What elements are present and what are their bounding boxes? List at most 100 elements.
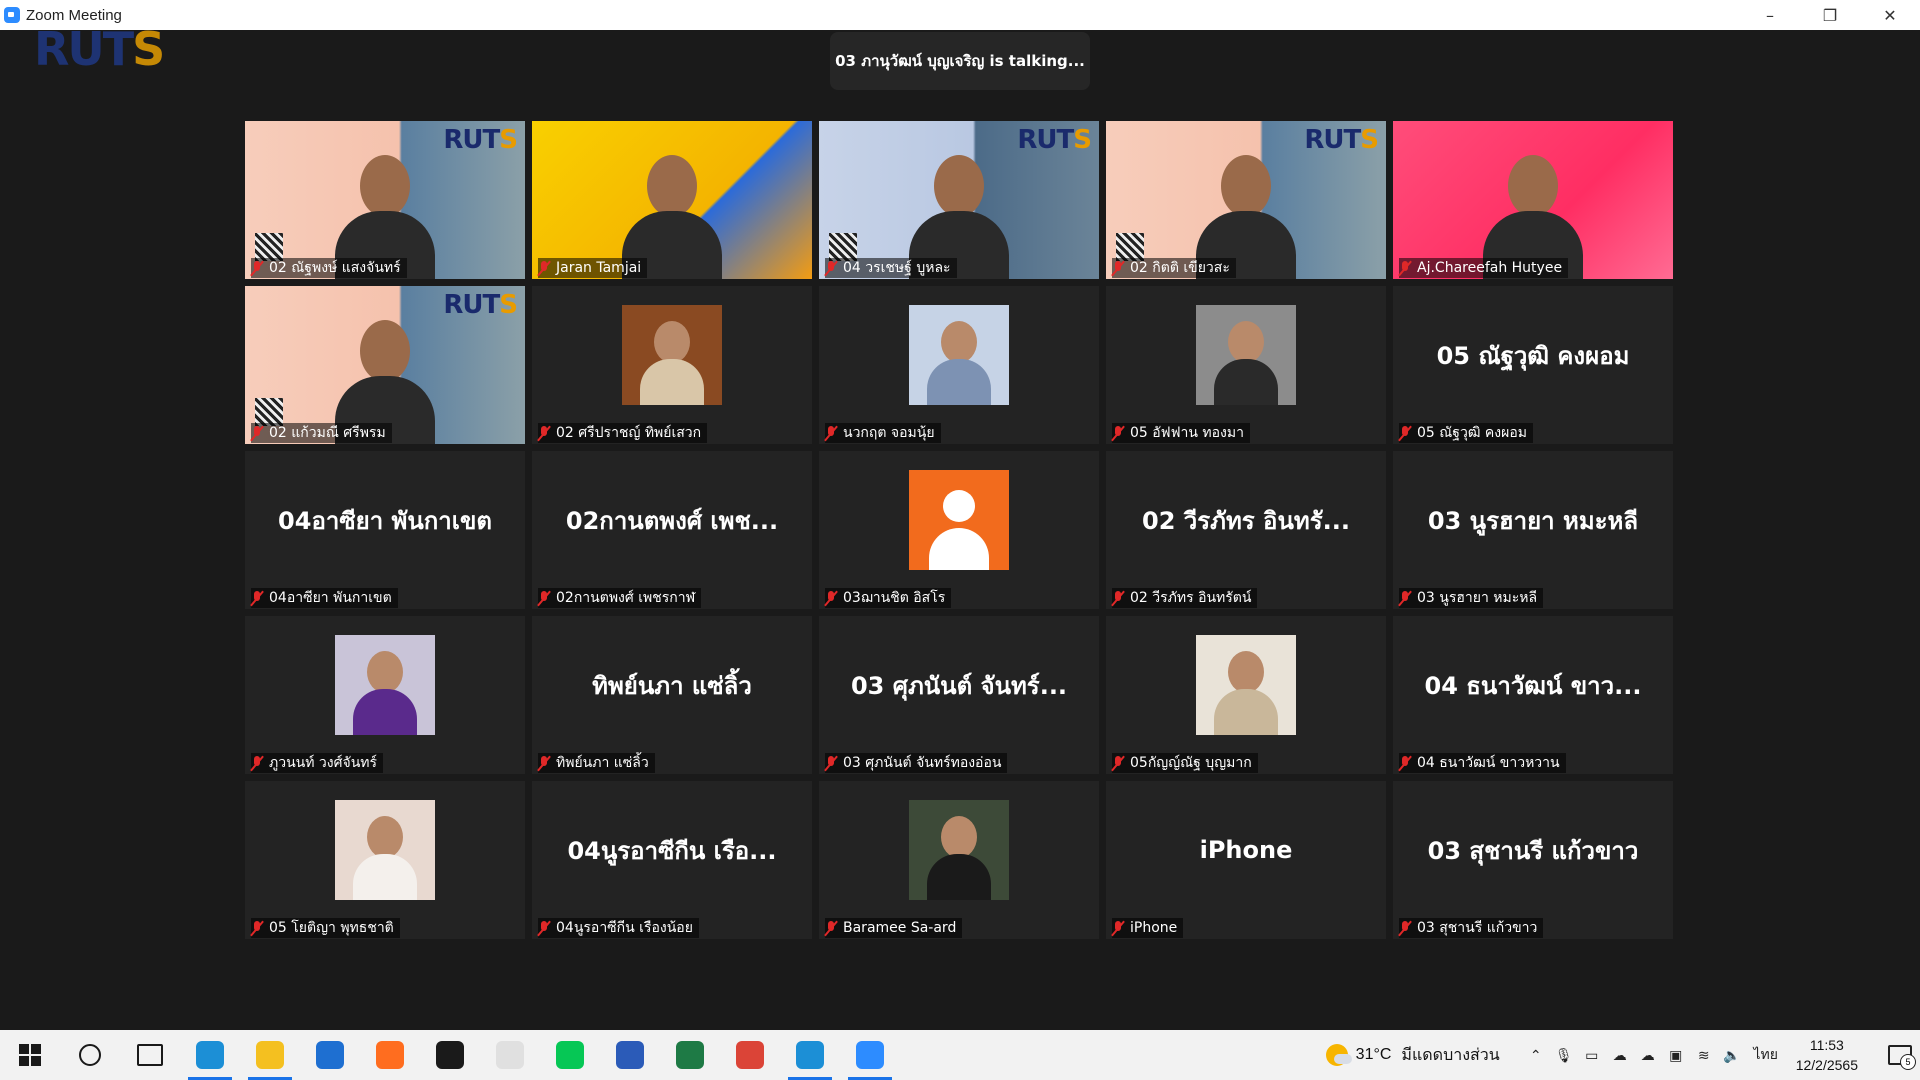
dropbox-taskbar-button[interactable] (420, 1030, 480, 1080)
participant-name-label: Jaran Tamjai (538, 258, 648, 278)
excel-taskbar-button[interactable] (660, 1030, 720, 1080)
participant-tile[interactable]: 04นูรอาซีกีน เรือ... 04นูรอาซีกีน เรืองน้… (532, 781, 812, 939)
participant-tile[interactable]: 03 สุชานรี แก้วขาว 03 สุชานรี แก้วขาว (1393, 781, 1673, 939)
show-hidden-icons-chevron-icon[interactable]: ⌃ (1522, 1030, 1550, 1080)
participant-name-label: ทิพย์นภา แซ่ลิ้ว (538, 753, 655, 773)
participant-name: 04อาซียา พันกาเขต (269, 590, 392, 606)
participant-name-label: 04อาซียา พันกาเขต (251, 588, 398, 608)
file-explorer-taskbar-button[interactable] (240, 1030, 300, 1080)
muted-mic-icon (251, 755, 263, 771)
muted-mic-icon (1112, 755, 1124, 771)
participant-name-label: 05 อัฟฟาน ทองมา (1112, 423, 1250, 443)
ruts-watermark: RUTS (1304, 125, 1379, 155)
battery-icon[interactable]: ▭ (1578, 1030, 1606, 1080)
participant-name: ทิพย์นภา แซ่ลิ้ว (556, 755, 649, 771)
word-taskbar-button[interactable] (600, 1030, 660, 1080)
input-language[interactable]: ไทย (1746, 1030, 1786, 1080)
edge-2-taskbar-button[interactable] (780, 1030, 840, 1080)
mail-taskbar-button[interactable] (300, 1030, 360, 1080)
participant-display-name: 02กานตพงศ์ เพช... (565, 506, 779, 535)
line-taskbar-button[interactable] (540, 1030, 600, 1080)
zoom-taskbar-button[interactable] (840, 1030, 900, 1080)
clock[interactable]: 11:53 12/2/2565 (1796, 1035, 1858, 1075)
active-speaker-indicator: 03 ภานุวัฒน์ บุญเจริญ is talking... (830, 32, 1090, 90)
participant-tile[interactable]: Jaran Tamjai (532, 121, 812, 279)
participant-tile[interactable]: 02 วีรภัทร อินทรั... 02 วีรภัทร อินทรัตน์ (1106, 451, 1386, 609)
start-button[interactable] (0, 1030, 60, 1080)
participant-tile[interactable]: 05 อัฟฟาน ทองมา (1106, 286, 1386, 444)
participant-tile[interactable]: Aj.Chareefah Hutyee (1393, 121, 1673, 279)
dropbox-icon (436, 1041, 464, 1069)
participant-name-label: 02 แก้วมณี ศรีพรม (251, 423, 392, 443)
line-icon (556, 1041, 584, 1069)
participant-tile[interactable]: RUTS 02 ณัฐพงษ์ แสงจันทร์ (245, 121, 525, 279)
participant-name: 02 ณัฐพงษ์ แสงจันทร์ (269, 260, 401, 276)
muted-mic-icon (538, 260, 550, 276)
restore-button[interactable]: ❐ (1800, 0, 1860, 30)
participant-tile[interactable]: RUTS 02 กิตติ เขียวสะ (1106, 121, 1386, 279)
participant-name: 05 อัฟฟาน ทองมา (1130, 425, 1244, 441)
minimize-button[interactable]: – (1740, 0, 1800, 30)
participant-name-label: 05 ณัฐวุฒิ คงผอม (1399, 423, 1533, 443)
participant-name: 02 ศรีปราชญ์ ทิพย์เสวก (556, 425, 702, 441)
cloud-icon[interactable]: ☁ (1606, 1030, 1634, 1080)
participant-tile[interactable]: Baramee Sa-ard (819, 781, 1099, 939)
participant-name-label: 04นูรอาซีกีน เรืองน้อย (538, 918, 699, 938)
weather-widget[interactable]: 31°C มีแดดบางส่วน (1325, 1043, 1500, 1068)
participant-tile[interactable]: RUTS 02 แก้วมณี ศรีพรม (245, 286, 525, 444)
search-button[interactable] (60, 1030, 120, 1080)
muted-mic-icon (251, 425, 263, 441)
participant-display-name: 03 สุชานรี แก้วขาว (1427, 836, 1639, 865)
participant-name: 05กัญญ์ณัฐ บุญมาก (1130, 755, 1252, 771)
clock-date: 12/2/2565 (1795, 1057, 1858, 1073)
windows-logo-icon (19, 1044, 41, 1066)
notification-count: 5 (1900, 1054, 1916, 1070)
participant-tile[interactable]: นวกฤต จอมนุ้ย (819, 286, 1099, 444)
excel-icon (676, 1041, 704, 1069)
participant-tile[interactable]: 04 ธนาวัฒน์ ขาว... 04 ธนาวัฒน์ ขาวหวาน (1393, 616, 1673, 774)
muted-mic-icon (825, 920, 837, 936)
participant-tile[interactable]: 05 ณัฐวุฒิ คงผอม 05 ณัฐวุฒิ คงผอม (1393, 286, 1673, 444)
ruts-watermark: RUTS (443, 290, 518, 320)
participant-tile[interactable]: RUTS 04 วรเชษฐ์ บูหละ (819, 121, 1099, 279)
participant-tile[interactable]: iPhone iPhone (1106, 781, 1386, 939)
onedrive-icon[interactable]: ☁ (1634, 1030, 1662, 1080)
participant-name: ภูวนนท์ วงศ์จันทร์ (269, 755, 378, 771)
task-view-button[interactable] (120, 1030, 180, 1080)
participant-profile-photo (909, 305, 1009, 405)
participant-tile[interactable]: ทิพย์นภา แซ่ลิ้ว ทิพย์นภา แซ่ลิ้ว (532, 616, 812, 774)
participant-tile[interactable]: 03 ศุภนันต์ จันทร์... 03 ศุภนันต์ จันทร์ท… (819, 616, 1099, 774)
participant-display-name: 03 นูรฮายา หมะหลี (1427, 506, 1639, 535)
participant-name-label: 02 ศรีปราชญ์ ทิพย์เสวก (538, 423, 708, 443)
participant-name: 05 ณัฐวุฒิ คงผอม (1417, 425, 1527, 441)
firefox-icon (376, 1041, 404, 1069)
participant-tile[interactable]: ภูวนนท์ วงศ์จันทร์ (245, 616, 525, 774)
participant-name-label: 03ฌานชิต อิสโร (825, 588, 952, 608)
microphone-icon[interactable]: 🎙 (1550, 1030, 1578, 1080)
participant-profile-photo (909, 800, 1009, 900)
edge-taskbar-button[interactable] (180, 1030, 240, 1080)
firefox-taskbar-button[interactable] (360, 1030, 420, 1080)
volume-icon[interactable]: 🔈 (1718, 1030, 1746, 1080)
ruts-logo: RUT S (34, 22, 165, 76)
muted-mic-icon (251, 260, 263, 276)
display-icon[interactable]: ▣ (1662, 1030, 1690, 1080)
participant-name: 03 ศุภนันต์ จันทร์ทองอ่อน (843, 755, 1002, 771)
wifi-icon[interactable]: ≋ (1690, 1030, 1718, 1080)
participant-tile[interactable]: 04อาซียา พันกาเขต 04อาซียา พันกาเขต (245, 451, 525, 609)
participant-name-label: 04 วรเชษฐ์ บูหละ (825, 258, 957, 278)
muted-mic-icon (1399, 755, 1411, 771)
participant-name-label: 05กัญญ์ณัฐ บุญมาก (1112, 753, 1258, 773)
participant-tile[interactable]: 02กานตพงศ์ เพช... 02กานตพงศ์ เพชรกาฬ (532, 451, 812, 609)
participant-tile[interactable]: 05 โยติญา พุทธชาติ (245, 781, 525, 939)
close-button[interactable]: ✕ (1860, 0, 1920, 30)
participant-tile[interactable]: 05กัญญ์ณัฐ บุญมาก (1106, 616, 1386, 774)
participant-tile[interactable]: 03 นูรฮายา หมะหลี 03 นูรฮายา หมะหลี (1393, 451, 1673, 609)
muted-mic-icon (825, 425, 837, 441)
chrome-taskbar-button[interactable] (720, 1030, 780, 1080)
participant-name: 03 นูรฮายา หมะหลี (1417, 590, 1538, 606)
amazon-taskbar-button[interactable] (480, 1030, 540, 1080)
participant-tile[interactable]: 03ฌานชิต อิสโร (819, 451, 1099, 609)
participant-tile[interactable]: 02 ศรีปราชญ์ ทิพย์เสวก (532, 286, 812, 444)
notification-center-button[interactable]: 5 (1880, 1030, 1920, 1080)
